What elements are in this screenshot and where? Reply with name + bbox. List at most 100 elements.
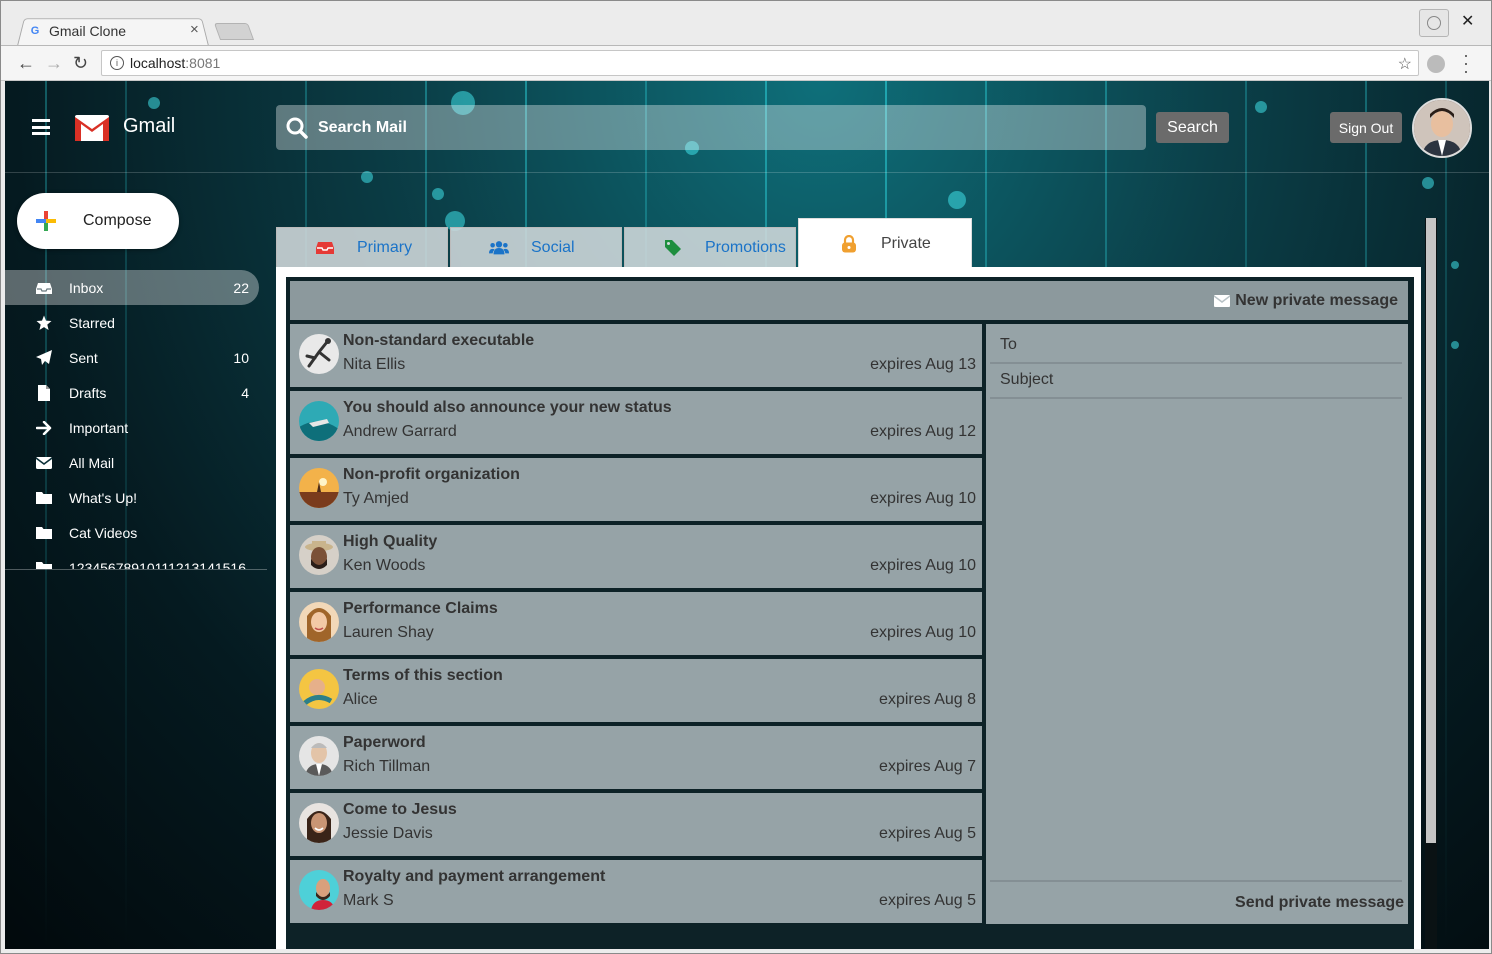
message-expiry: expires Aug 7 xyxy=(879,758,976,775)
message-sender: Nita Ellis xyxy=(343,356,406,373)
sidebar-item-label: 12345678910111213141516 xyxy=(69,559,247,570)
address-bar[interactable]: i localhost:8081 ☆ xyxy=(101,50,1419,76)
sidebar-item-inbox[interactable]: Inbox 22 xyxy=(5,270,259,305)
message-subject: Non-standard executable xyxy=(343,332,535,349)
browser-tab-content[interactable]: G Gmail Clone xyxy=(27,21,126,41)
message-expiry: expires Aug 10 xyxy=(870,624,976,641)
sidebar-item-important[interactable]: Important xyxy=(5,410,259,445)
sender-avatar xyxy=(299,669,339,709)
category-tabs: Primary Social Promotions Private xyxy=(276,218,976,268)
tag-icon xyxy=(663,239,683,257)
sign-out-button[interactable]: Sign Out xyxy=(1330,112,1402,143)
message-expiry: expires Aug 5 xyxy=(879,892,976,909)
tab-label: Promotions xyxy=(705,238,786,256)
browser-window: G Gmail Clone × ✕ ← → ↻ i localhost:8081… xyxy=(0,0,1492,954)
lock-icon xyxy=(839,234,859,253)
tab-primary[interactable]: Primary xyxy=(276,227,448,268)
search-button[interactable]: Search xyxy=(1156,112,1229,143)
light-bubble xyxy=(432,188,444,200)
message-expiry: expires Aug 13 xyxy=(870,356,976,373)
private-compose-form: To Subject Send private message xyxy=(986,324,1408,924)
compose-button[interactable]: Compose xyxy=(17,193,179,249)
message-expiry: expires Aug 12 xyxy=(870,423,976,440)
sidebar-item-cat-videos[interactable]: Cat Videos xyxy=(5,515,259,550)
compose-label: Compose xyxy=(83,212,152,229)
tab-close-icon[interactable]: × xyxy=(190,21,199,38)
sender-avatar xyxy=(299,736,339,776)
message-subject: You should also announce your new status xyxy=(343,399,672,416)
new-private-message-bar[interactable]: New private message xyxy=(290,281,1408,320)
message-row[interactable]: Royalty and payment arrangement Mark S exp… xyxy=(290,860,982,923)
message-sender: Ken Woods xyxy=(343,557,426,574)
info-icon[interactable]: i xyxy=(110,56,124,70)
message-row[interactable]: Performance Claims Lauren Shay expires Aug… xyxy=(290,592,982,655)
message-row[interactable]: High Quality Ken Woods expires Aug 10 xyxy=(290,525,982,588)
tab-label: Social xyxy=(531,238,575,256)
folder-icon xyxy=(35,525,53,541)
sender-avatar xyxy=(299,334,339,374)
message-row[interactable]: Terms of this section Alice expires Aug 8 xyxy=(290,659,982,722)
message-row[interactable]: Paperword Rich Tillman expires Aug 7 xyxy=(290,726,982,789)
sidebar-item-label: All Mail xyxy=(69,454,115,471)
sidebar-item-sent[interactable]: Sent 10 xyxy=(5,340,259,375)
gmail-logo-icon xyxy=(75,115,109,141)
window-close-icon[interactable]: ✕ xyxy=(1461,11,1474,31)
message-sender: Ty Amjed xyxy=(343,490,409,507)
message-expiry: expires Aug 10 xyxy=(870,490,976,507)
sidebar-item-label: Sent xyxy=(69,349,98,366)
sidebar-item-all-mail[interactable]: All Mail xyxy=(5,445,259,480)
envelope-icon xyxy=(1214,294,1231,307)
message-expiry: expires Aug 8 xyxy=(879,691,976,708)
sender-avatar xyxy=(299,602,339,642)
message-row[interactable]: You should also announce your new status… xyxy=(290,391,982,454)
to-field[interactable]: To xyxy=(990,328,1402,364)
folder-icon xyxy=(35,560,53,569)
sidebar-item-12345678910111213141516[interactable]: 12345678910111213141516 xyxy=(5,550,259,570)
sidebar-item-label: Starred xyxy=(69,314,115,331)
message-row[interactable]: Non-profit organization Ty Amjed expires A… xyxy=(290,458,982,521)
sender-avatar xyxy=(299,535,339,575)
new-private-message-label: New private message xyxy=(1235,291,1398,309)
reload-icon[interactable]: ↻ xyxy=(73,53,88,74)
extension-icon[interactable] xyxy=(1427,55,1445,73)
subject-placeholder: Subject xyxy=(1000,371,1054,388)
sidebar-item-label: Drafts xyxy=(69,384,107,401)
new-tab-button[interactable] xyxy=(213,23,255,40)
sidebar-item-what-s-up[interactable]: What's Up! xyxy=(5,480,259,515)
sender-avatar xyxy=(299,803,339,843)
send-private-message-button[interactable]: Send private message xyxy=(1235,894,1404,912)
inbox-icon xyxy=(35,280,53,296)
body-divider xyxy=(990,880,1402,882)
back-arrow-icon[interactable]: ← xyxy=(17,53,35,74)
hamburger-menu-icon[interactable] xyxy=(32,119,50,135)
sender-avatar xyxy=(299,401,339,441)
sidebar-item-count: 4 xyxy=(241,384,249,401)
message-subject: Paperword xyxy=(343,734,426,751)
tab-private[interactable]: Private xyxy=(798,218,972,268)
tab-promotions[interactable]: Promotions xyxy=(624,227,796,268)
search-bar[interactable] xyxy=(276,105,1146,150)
scrollbar[interactable] xyxy=(1425,218,1437,949)
tab-social[interactable]: Social xyxy=(450,227,622,268)
menu-kebab-icon[interactable]: · · · xyxy=(1461,46,1471,80)
to-placeholder: To xyxy=(1000,336,1017,353)
bookmark-star-icon[interactable]: ☆ xyxy=(1398,54,1412,74)
message-row[interactable]: Come to Jesus Jessie Davis expires Aug 5 xyxy=(290,793,982,856)
arrow-right-icon xyxy=(35,420,53,436)
private-panel: New private message Non-standard executa… xyxy=(276,267,1421,949)
user-avatar[interactable] xyxy=(1412,98,1472,158)
light-stripe xyxy=(1445,81,1447,949)
scrollbar-thumb[interactable] xyxy=(1426,218,1436,843)
subject-field[interactable]: Subject xyxy=(990,363,1402,399)
plus-icon xyxy=(36,211,56,231)
message-sender: Alice xyxy=(343,691,378,708)
forward-arrow-icon[interactable]: → xyxy=(45,53,63,74)
sidebar-item-drafts[interactable]: Drafts 4 xyxy=(5,375,259,410)
light-bubble xyxy=(1451,341,1459,349)
message-sender: Andrew Garrard xyxy=(343,423,457,440)
profile-icon[interactable] xyxy=(1419,9,1449,37)
message-row[interactable]: Non-standard executable Nita Ellis expires… xyxy=(290,324,982,387)
search-input[interactable] xyxy=(318,118,1018,137)
sidebar-item-starred[interactable]: Starred xyxy=(5,305,259,340)
message-subject: Royalty and payment arrangement xyxy=(343,868,606,885)
